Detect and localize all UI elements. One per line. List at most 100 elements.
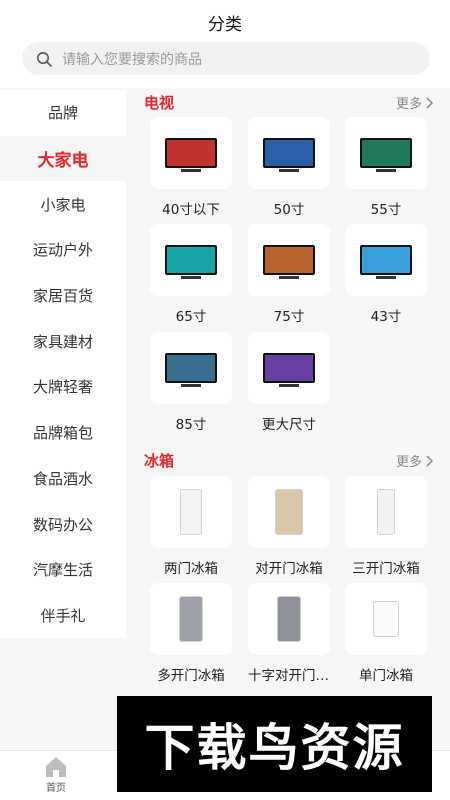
section-title: 电视 <box>144 94 175 112</box>
fridge-image <box>377 489 395 535</box>
more-label: 更多 <box>395 97 422 112</box>
tv-image <box>165 353 217 387</box>
page-title: 分类 <box>208 15 242 35</box>
sidebar-item-brand[interactable]: 品牌 <box>0 90 126 136</box>
item-label: 多开门冰箱 <box>157 668 225 684</box>
item-label: 43寸 <box>370 309 402 325</box>
category-sidebar: 品牌 大家电 小家电 运动户外 家居百货 家具建材 大牌轻奢 品牌箱包 食品酒水… <box>0 90 126 750</box>
tv-thumbnail <box>345 117 427 189</box>
sidebar-item-label: 品牌 <box>47 104 78 123</box>
section-header-tv: 电视 更多 <box>144 92 434 114</box>
sidebar-item-digital-office[interactable]: 数码办公 <box>0 501 126 547</box>
tv-item[interactable]: 43寸 <box>345 224 427 325</box>
item-label: 50寸 <box>273 202 305 218</box>
sidebar-item-label: 大家电 <box>37 151 89 172</box>
fridge-item[interactable]: 多开门冰箱 <box>150 583 232 684</box>
item-label: 65寸 <box>175 309 207 325</box>
tv-item[interactable]: 75寸 <box>248 224 330 325</box>
fridge-image <box>275 489 303 535</box>
item-label: 三开门冰箱 <box>352 561 420 577</box>
tv-image <box>360 138 412 172</box>
item-label: 单门冰箱 <box>359 668 413 684</box>
search-placeholder: 请输入您要搜索的商品 <box>62 51 202 68</box>
section-header-fridge: 冰箱 更多 <box>144 450 434 472</box>
sidebar-item-label: 大牌轻奢 <box>32 378 93 397</box>
item-label: 85寸 <box>175 417 207 433</box>
tv-thumbnail <box>150 224 232 296</box>
item-label: 两门冰箱 <box>164 561 218 577</box>
header: 分类 请输入您要搜索的商品 <box>0 0 450 88</box>
sidebar-item-food-drinks[interactable]: 食品酒水 <box>0 455 126 502</box>
tv-thumbnail <box>248 332 330 404</box>
fridge-item[interactable]: 单门冰箱 <box>345 583 427 684</box>
fridge-thumbnail <box>345 476 427 548</box>
item-label: 更大尺寸 <box>262 417 316 433</box>
fridge-image <box>373 601 399 637</box>
sidebar-item-luxury[interactable]: 大牌轻奢 <box>0 364 126 410</box>
item-label: 对开门冰箱 <box>255 561 323 577</box>
item-label: 40寸以下 <box>162 202 220 218</box>
sidebar-item-label: 家具建材 <box>32 332 93 351</box>
tv-image <box>360 245 412 279</box>
fridge-item[interactable]: 十字对开门冰箱 <box>248 583 330 684</box>
sidebar-item-small-appliances[interactable]: 小家电 <box>0 181 126 228</box>
tv-thumbnail <box>150 332 232 404</box>
search-input[interactable]: 请输入您要搜索的商品 <box>22 42 430 75</box>
tv-item[interactable]: 40寸以下 <box>150 117 232 218</box>
tv-image <box>165 245 217 279</box>
tv-thumbnail <box>345 224 427 296</box>
tab-home[interactable]: 首页 <box>30 755 82 794</box>
more-link-fridge[interactable]: 更多 <box>396 451 434 470</box>
home-icon <box>46 757 66 777</box>
sidebar-item-label: 数码办公 <box>32 515 93 534</box>
fridge-thumbnail <box>150 583 232 655</box>
tv-item[interactable]: 85寸 <box>150 332 232 433</box>
fridge-item[interactable]: 两门冰箱 <box>150 476 232 577</box>
tv-image <box>165 138 217 172</box>
section-title: 冰箱 <box>144 452 175 470</box>
tv-image <box>263 138 315 172</box>
sidebar-item-bags[interactable]: 品牌箱包 <box>0 409 126 456</box>
chevron-right-icon <box>426 96 434 109</box>
item-label: 75寸 <box>273 309 305 325</box>
fridge-image <box>179 596 203 642</box>
fridge-image <box>277 596 301 642</box>
sidebar-item-furniture[interactable]: 家具建材 <box>0 318 126 365</box>
sidebar-item-label: 品牌箱包 <box>32 424 93 443</box>
category-content: 电视 更多 40寸以下 50寸 55寸 65寸 75寸 43寸 85寸 更大尺寸… <box>126 90 450 750</box>
sidebar-item-label: 食品酒水 <box>32 469 93 488</box>
sidebar-item-home-goods[interactable]: 家居百货 <box>0 272 126 319</box>
fridge-thumbnail <box>345 583 427 655</box>
tab-label: 首页 <box>46 783 66 794</box>
tv-item[interactable]: 50寸 <box>248 117 330 218</box>
fridge-thumbnail <box>248 476 330 548</box>
fridge-item[interactable]: 对开门冰箱 <box>248 476 330 577</box>
tv-thumbnail <box>248 117 330 189</box>
sidebar-item-label: 运动户外 <box>32 241 93 260</box>
watermark-text: 下载鸟资源 <box>144 719 405 777</box>
sidebar-item-gifts[interactable]: 伴手礼 <box>0 592 126 639</box>
sidebar-item-label: 家居百货 <box>32 287 93 306</box>
sidebar-item-major-appliances[interactable]: 大家电 <box>0 136 126 182</box>
tv-thumbnail <box>150 117 232 189</box>
sidebar-item-sports-outdoor[interactable]: 运动户外 <box>0 227 126 273</box>
item-label: 55寸 <box>370 202 402 218</box>
tv-image <box>263 245 315 279</box>
watermark-overlay: 下载鸟资源 <box>117 696 432 792</box>
fridge-thumbnail <box>150 476 232 548</box>
chevron-right-icon <box>426 454 434 467</box>
sidebar-item-label: 伴手礼 <box>40 606 86 625</box>
tv-item[interactable]: 更大尺寸 <box>248 332 330 433</box>
fridge-image <box>180 489 202 535</box>
item-label: 十字对开门冰箱 <box>248 668 330 684</box>
tv-image <box>263 353 315 387</box>
sidebar-item-label: 小家电 <box>40 195 86 214</box>
tv-item[interactable]: 65寸 <box>150 224 232 325</box>
fridge-thumbnail <box>248 583 330 655</box>
sidebar-item-auto-life[interactable]: 汽摩生活 <box>0 546 126 593</box>
more-label: 更多 <box>395 455 422 470</box>
tv-item[interactable]: 55寸 <box>345 117 427 218</box>
more-link-tv[interactable]: 更多 <box>396 93 434 112</box>
fridge-item[interactable]: 三开门冰箱 <box>345 476 427 577</box>
tv-thumbnail <box>248 224 330 296</box>
